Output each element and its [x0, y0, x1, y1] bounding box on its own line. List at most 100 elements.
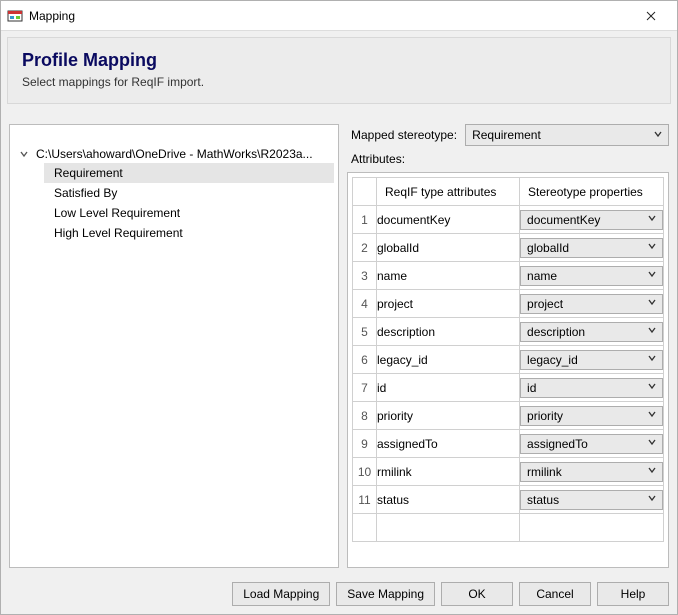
table-row: 8prioritypriority: [353, 402, 664, 430]
chevron-down-icon: [648, 382, 656, 393]
stereotype-prop-select[interactable]: description: [520, 322, 663, 342]
reqif-type-cell[interactable]: priority: [377, 402, 520, 430]
mapped-stereotype-value: Requirement: [472, 128, 541, 142]
tree-root-label: C:\Users\ahoward\OneDrive - MathWorks\R2…: [36, 147, 313, 161]
right-panel: Mapped stereotype: Requirement Attribute…: [347, 124, 669, 568]
table-row: 1documentKeydocumentKey: [353, 206, 664, 234]
cancel-button[interactable]: Cancel: [519, 582, 591, 606]
stereotype-prop-value: documentKey: [527, 213, 600, 227]
row-number: 8: [353, 402, 377, 430]
stereotype-prop-select[interactable]: status: [520, 490, 663, 510]
stereotype-prop-select[interactable]: id: [520, 378, 663, 398]
window-title: Mapping: [29, 9, 75, 23]
reqif-type-cell[interactable]: documentKey: [377, 206, 520, 234]
table-row: 9assignedToassignedTo: [353, 430, 664, 458]
row-number: 3: [353, 262, 377, 290]
stereotype-prop-select[interactable]: globalId: [520, 238, 663, 258]
chevron-down-icon[interactable]: [20, 147, 30, 161]
table-row: 3namename: [353, 262, 664, 290]
chevron-down-icon: [654, 130, 662, 141]
stereotype-prop-select[interactable]: name: [520, 266, 663, 286]
table-row: 2globalIdglobalId: [353, 234, 664, 262]
ok-button[interactable]: OK: [441, 582, 513, 606]
row-number: 9: [353, 430, 377, 458]
row-number: 5: [353, 318, 377, 346]
tree-item[interactable]: Low Level Requirement: [44, 203, 334, 223]
stereotype-prop-select[interactable]: assignedTo: [520, 434, 663, 454]
chevron-down-icon: [648, 438, 656, 449]
mapping-window: Mapping Profile Mapping Select mappings …: [0, 0, 678, 615]
chevron-down-icon: [648, 494, 656, 505]
table-row: 7idid: [353, 374, 664, 402]
stereotype-prop-select[interactable]: legacy_id: [520, 350, 663, 370]
table-row: 4projectproject: [353, 290, 664, 318]
stereotype-prop-value: description: [527, 325, 585, 339]
stereotype-prop-cell: description: [520, 318, 664, 346]
stereotype-prop-value: legacy_id: [527, 353, 578, 367]
mapped-stereotype-label: Mapped stereotype:: [351, 128, 457, 142]
chevron-down-icon: [648, 354, 656, 365]
stereotype-prop-select[interactable]: documentKey: [520, 210, 663, 230]
chevron-down-icon: [648, 242, 656, 253]
row-number: 2: [353, 234, 377, 262]
table-row-empty: [353, 514, 664, 542]
reqif-type-cell[interactable]: legacy_id: [377, 346, 520, 374]
reqif-type-cell[interactable]: name: [377, 262, 520, 290]
save-mapping-button[interactable]: Save Mapping: [336, 582, 435, 606]
stereotype-prop-header: Stereotype properties: [520, 178, 664, 206]
row-number: 6: [353, 346, 377, 374]
row-number: 4: [353, 290, 377, 318]
stereotype-prop-value: rmilink: [527, 465, 562, 479]
stereotype-prop-value: assignedTo: [527, 437, 588, 451]
chevron-down-icon: [648, 410, 656, 421]
stereotype-prop-cell: name: [520, 262, 664, 290]
reqif-type-cell[interactable]: id: [377, 374, 520, 402]
reqif-type-cell[interactable]: assignedTo: [377, 430, 520, 458]
table-row: 10rmilinkrmilink: [353, 458, 664, 486]
stereotype-prop-cell: rmilink: [520, 458, 664, 486]
titlebar: Mapping: [1, 1, 677, 31]
mapped-stereotype-row: Mapped stereotype: Requirement: [347, 124, 669, 146]
row-number: 10: [353, 458, 377, 486]
chevron-down-icon: [648, 214, 656, 225]
help-button[interactable]: Help: [597, 582, 669, 606]
tree-root[interactable]: C:\Users\ahoward\OneDrive - MathWorks\R2…: [14, 145, 334, 163]
reqif-type-cell[interactable]: status: [377, 486, 520, 514]
stereotype-prop-cell: globalId: [520, 234, 664, 262]
row-number: 7: [353, 374, 377, 402]
close-button[interactable]: [631, 2, 671, 30]
stereotype-prop-select[interactable]: project: [520, 294, 663, 314]
stereotype-prop-cell: project: [520, 290, 664, 318]
reqif-type-cell[interactable]: globalId: [377, 234, 520, 262]
row-number-header: [353, 178, 377, 206]
reqif-type-cell[interactable]: rmilink: [377, 458, 520, 486]
tree-item[interactable]: Satisfied By: [44, 183, 334, 203]
stereotype-prop-value: status: [527, 493, 559, 507]
table-row: 11statusstatus: [353, 486, 664, 514]
stereotype-prop-cell: assignedTo: [520, 430, 664, 458]
stereotype-prop-select[interactable]: rmilink: [520, 462, 663, 482]
chevron-down-icon: [648, 298, 656, 309]
reqif-type-cell[interactable]: description: [377, 318, 520, 346]
stereotype-prop-cell: documentKey: [520, 206, 664, 234]
attributes-label: Attributes:: [347, 152, 669, 166]
stereotype-prop-value: globalId: [527, 241, 569, 255]
tree-item[interactable]: Requirement: [44, 163, 334, 183]
stereotype-prop-value: name: [527, 269, 557, 283]
reqif-type-cell[interactable]: project: [377, 290, 520, 318]
tree-item[interactable]: High Level Requirement: [44, 223, 334, 243]
page-title: Profile Mapping: [22, 50, 656, 71]
chevron-down-icon: [648, 466, 656, 477]
table-row: 6legacy_idlegacy_id: [353, 346, 664, 374]
page-subtitle: Select mappings for ReqIF import.: [22, 75, 656, 89]
mapped-stereotype-select[interactable]: Requirement: [465, 124, 669, 146]
stereotype-prop-value: id: [527, 381, 536, 395]
table-row: 5descriptiondescription: [353, 318, 664, 346]
stereotype-prop-value: project: [527, 297, 563, 311]
chevron-down-icon: [648, 270, 656, 281]
app-icon: [7, 8, 23, 24]
stereotype-prop-select[interactable]: priority: [520, 406, 663, 426]
stereotype-prop-cell: legacy_id: [520, 346, 664, 374]
reqif-type-header: ReqIF type attributes: [377, 178, 520, 206]
load-mapping-button[interactable]: Load Mapping: [232, 582, 330, 606]
